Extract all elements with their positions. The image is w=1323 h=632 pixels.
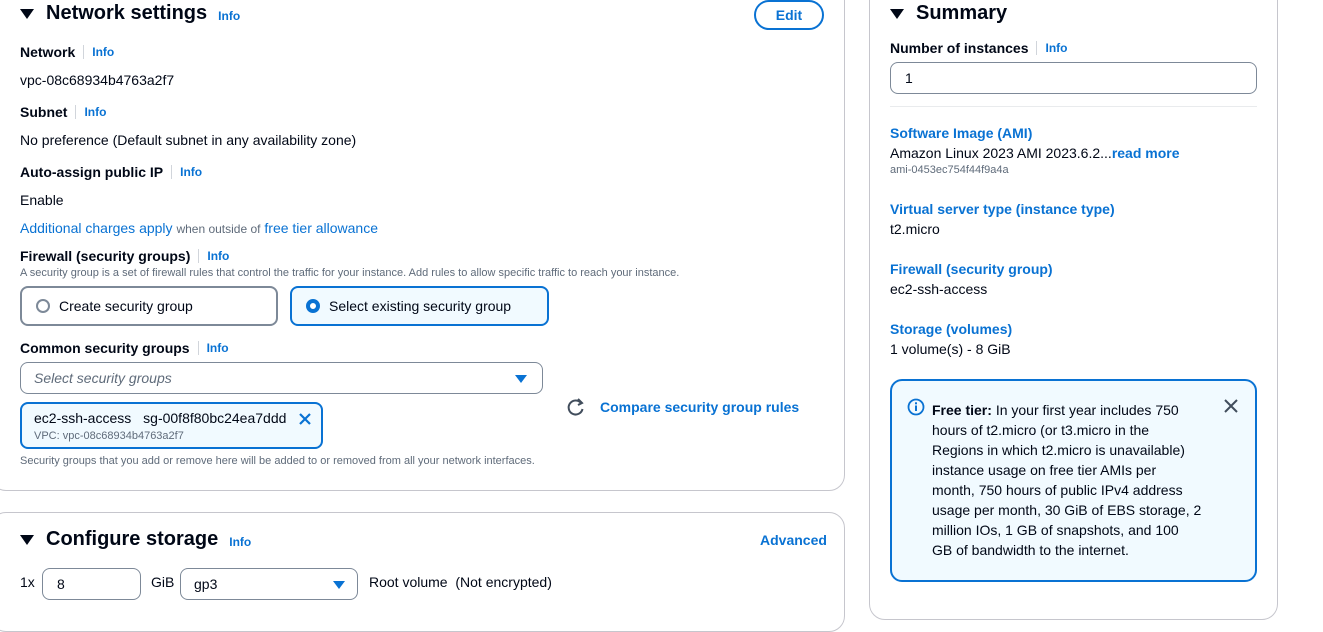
divider (197, 341, 199, 355)
volume-type-select[interactable]: gp3 (180, 568, 358, 600)
num-instances-label-row: Number of instances Info (890, 40, 1067, 56)
radio-unselected-icon[interactable] (36, 299, 50, 313)
volume-type-value: gp3 (194, 576, 218, 592)
radio-create-security-group[interactable]: Create security group (20, 286, 278, 326)
security-group-token: ec2-ssh-access sg-00f8f80bc24ea7ddd VPC:… (20, 402, 323, 449)
charges-line: Additional charges apply when outside of… (20, 220, 378, 236)
token-vpc: VPC: vpc-08c68934b4763a2f7 (34, 430, 184, 442)
dropdown-caret-icon[interactable] (515, 375, 527, 383)
num-instances-info-link[interactable]: Info (1045, 41, 1067, 55)
common-sg-info-link[interactable]: Info (207, 341, 229, 355)
divider (83, 45, 85, 59)
num-instances-label: Number of instances (890, 40, 1029, 56)
free-tier-title: Free tier: (932, 402, 992, 418)
subnet-label: Subnet (20, 104, 68, 120)
radio-create-label: Create security group (59, 298, 193, 314)
storage-summary-label-link[interactable]: Storage (volumes) (890, 321, 1012, 337)
divider (75, 105, 77, 119)
summary-header[interactable]: Summary (890, 2, 1007, 25)
auto-ip-info-link[interactable]: Info (180, 165, 202, 179)
firewall-info-link[interactable]: Info (207, 249, 229, 263)
firewall-label-row: Firewall (security groups) Info (20, 248, 229, 264)
ami-label-link[interactable]: Software Image (AMI) (890, 125, 1032, 141)
network-info-link[interactable]: Info (218, 9, 240, 23)
configure-storage-title: Configure storage (46, 528, 219, 550)
num-instances-input[interactable]: 1 (890, 62, 1257, 94)
token-main-row: ec2-ssh-access sg-00f8f80bc24ea7ddd (34, 410, 286, 426)
divider (198, 249, 200, 263)
firewall-summary-label-link[interactable]: Firewall (security group) (890, 261, 1053, 277)
compare-sg-rules-link[interactable]: Compare security group rules (600, 399, 799, 415)
summary-title: Summary (916, 2, 1008, 24)
ami-value-row: Amazon Linux 2023 AMI 2023.6.2...read mo… (890, 145, 1180, 161)
instance-type-label-link[interactable]: Virtual server type (instance type) (890, 201, 1115, 217)
network-label-row: Network Info (20, 44, 114, 60)
collapse-triangle-icon[interactable] (20, 8, 34, 19)
token-id: sg-00f8f80bc24ea7ddd (143, 410, 287, 426)
storage-summary-value: 1 volume(s) - 8 GiB (890, 341, 1011, 357)
free-tier-allowance-link[interactable]: free tier allowance (264, 220, 378, 236)
free-tier-text: In your first year includes 750 hours of… (932, 402, 1202, 558)
collapse-triangle-icon[interactable] (890, 8, 904, 19)
volume-size-value: 8 (57, 576, 65, 592)
num-instances-value: 1 (905, 70, 913, 86)
network-settings-header[interactable]: Network settings Info (20, 2, 240, 25)
volume-size-input[interactable]: 8 (42, 568, 141, 600)
auto-ip-label-row: Auto-assign public IP Info (20, 164, 202, 180)
select-placeholder: Select security groups (34, 370, 172, 386)
refresh-icon[interactable] (566, 397, 586, 417)
divider (171, 165, 173, 179)
sg-note: Security groups that you add or remove h… (20, 455, 535, 467)
collapse-triangle-icon[interactable] (20, 534, 34, 545)
radio-selected-icon[interactable] (306, 299, 320, 313)
configure-storage-header[interactable]: Configure storage Info (20, 528, 251, 551)
network-value: vpc-08c68934b4763a2f7 (20, 72, 175, 88)
subnet-value: No preference (Default subnet in any ava… (20, 132, 357, 148)
radio-select-label: Select existing security group (329, 298, 512, 314)
ami-id: ami-0453ec754f44f9a4a (890, 164, 1009, 176)
token-name: ec2-ssh-access (34, 410, 132, 426)
instance-type-value: t2.micro (890, 221, 940, 237)
free-tier-content: Free tier: In your first year includes 7… (932, 400, 1202, 560)
summary-divider (890, 106, 1257, 107)
storage-info-link[interactable]: Info (229, 535, 251, 549)
firewall-label: Firewall (security groups) (20, 248, 191, 264)
radio-select-existing-security-group[interactable]: Select existing security group (290, 286, 549, 326)
security-groups-select[interactable]: Select security groups (20, 362, 543, 394)
network-label: Network (20, 44, 76, 60)
common-sg-label: Common security groups (20, 340, 190, 356)
free-tier-alert: Free tier: In your first year includes 7… (890, 379, 1257, 582)
compare-sg-rules[interactable]: Compare security group rules (566, 397, 799, 417)
network-field-info-link[interactable]: Info (92, 45, 114, 59)
common-sg-label-row: Common security groups Info (20, 340, 229, 356)
additional-charges-link[interactable]: Additional charges apply (20, 220, 173, 236)
edit-button[interactable]: Edit (754, 0, 824, 30)
auto-ip-label: Auto-assign public IP (20, 164, 164, 180)
subnet-info-link[interactable]: Info (84, 105, 106, 119)
firewall-description: A security group is a set of firewall ru… (20, 267, 680, 279)
auto-ip-value: Enable (20, 192, 64, 208)
firewall-summary-value: ec2-ssh-access (890, 281, 988, 297)
charges-middle-text: when outside of (176, 222, 261, 236)
divider (1036, 41, 1038, 55)
advanced-link[interactable]: Advanced (760, 532, 827, 548)
ami-value: Amazon Linux 2023 AMI 2023.6.2... (890, 145, 1112, 161)
dismiss-close-icon[interactable] (1223, 398, 1239, 414)
info-circle-icon (907, 398, 925, 416)
network-settings-title: Network settings (46, 2, 208, 24)
remove-token-close-icon[interactable] (298, 412, 312, 426)
ami-read-more-link[interactable]: read more (1112, 145, 1180, 161)
subnet-label-row: Subnet Info (20, 104, 106, 120)
